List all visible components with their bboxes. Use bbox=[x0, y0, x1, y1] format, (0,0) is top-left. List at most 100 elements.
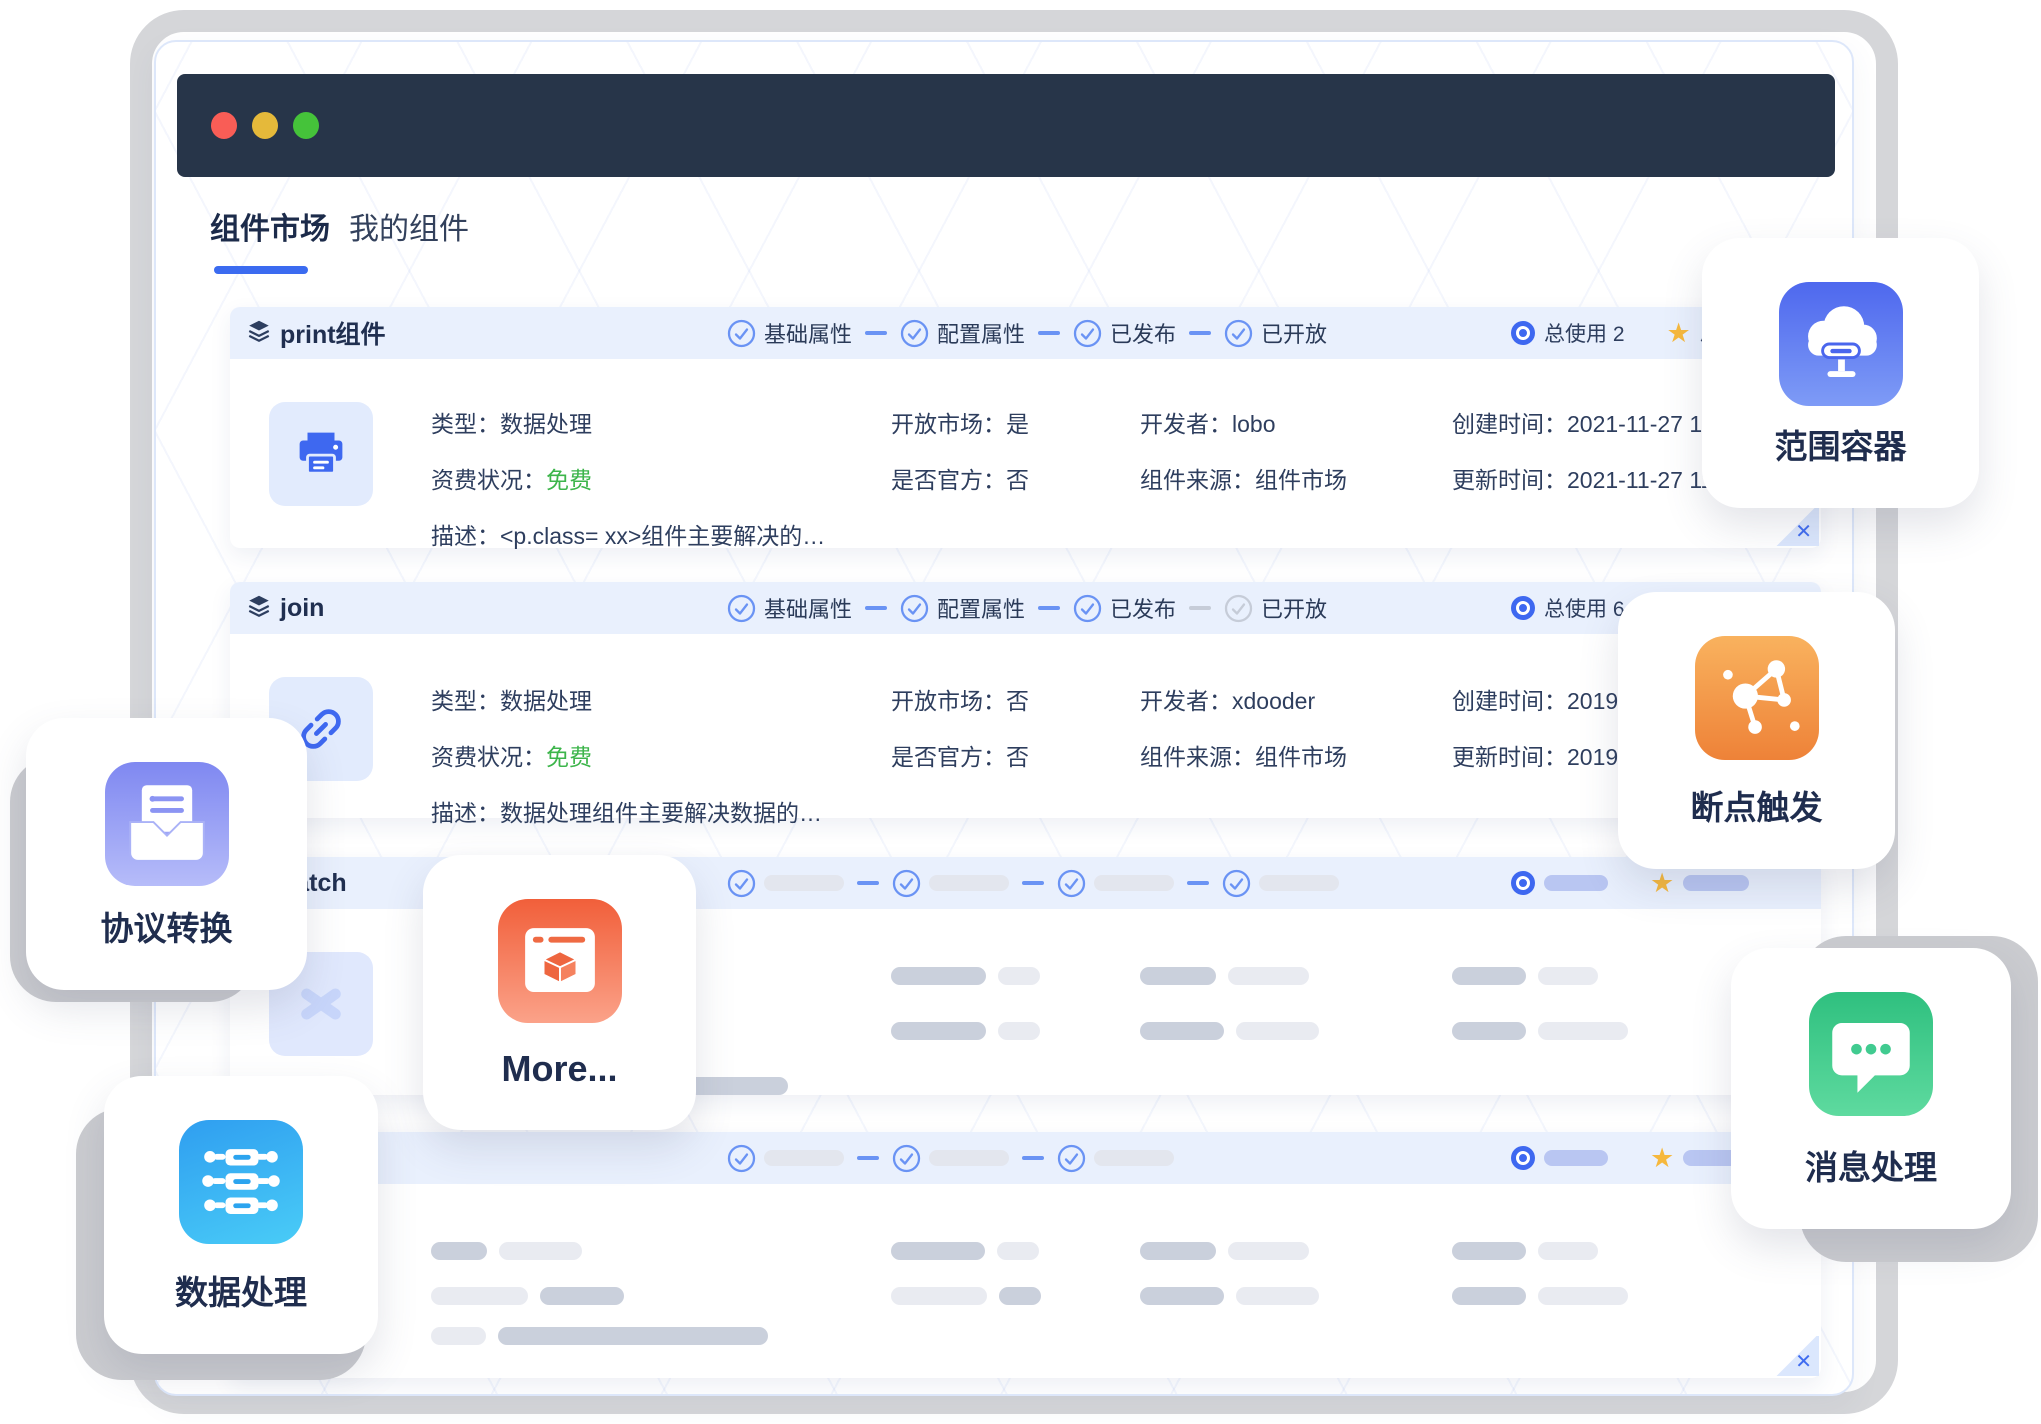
traffic-light-minimize-button[interactable] bbox=[252, 112, 278, 139]
skeleton-pill bbox=[1544, 1150, 1608, 1166]
app-window: 组件市场 我的组件 print组件 基础属性 配置属性 已发布 bbox=[154, 40, 1854, 1396]
tab-component-market[interactable]: 组件市场 bbox=[210, 204, 330, 248]
step-label: 已开放 bbox=[1261, 317, 1327, 349]
skeleton-row bbox=[1140, 1022, 1319, 1040]
step-label: 配置属性 bbox=[937, 592, 1025, 624]
window-titlebar bbox=[177, 74, 1835, 177]
check-circle-icon bbox=[1224, 319, 1253, 348]
component-card-skeleton[interactable]: ★ ✕ bbox=[230, 1132, 1821, 1378]
check-circle-icon bbox=[892, 1144, 921, 1173]
skeleton-pill bbox=[1140, 1287, 1224, 1305]
floating-card-label: 消息处理 bbox=[1731, 1141, 2011, 1189]
component-title: print组件 bbox=[280, 315, 386, 351]
step-label: 基础属性 bbox=[764, 317, 852, 349]
floating-card-label: 协议转换 bbox=[26, 902, 307, 950]
skeleton-pill bbox=[1452, 1242, 1526, 1260]
floating-card-label: More... bbox=[423, 1048, 696, 1090]
step-dash bbox=[1189, 606, 1211, 610]
skeleton-row bbox=[1452, 967, 1598, 985]
active-tab-underline bbox=[214, 266, 308, 274]
check-circle-icon bbox=[727, 869, 756, 898]
floating-card-breakpoint-trigger[interactable]: 断点触发 bbox=[1618, 592, 1895, 869]
field-open-market: 开放市场：否 bbox=[891, 682, 1029, 716]
skeleton-row bbox=[431, 1287, 624, 1305]
floating-card-range-container[interactable]: 范围容器 bbox=[1702, 238, 1979, 508]
floating-card-label: 断点触发 bbox=[1618, 781, 1895, 829]
step-dash bbox=[1022, 1156, 1044, 1160]
skeleton-pill bbox=[1452, 1022, 1526, 1040]
step-dash bbox=[865, 331, 887, 335]
skeleton-pill bbox=[498, 1327, 768, 1345]
status-steps: 基础属性 配置属性 已发布 已开放 bbox=[727, 582, 1327, 634]
field-type: 类型：数据处理 bbox=[431, 405, 592, 439]
skeleton-pill bbox=[998, 1022, 1040, 1040]
chat-message-icon bbox=[1809, 992, 1933, 1116]
skeleton-pill bbox=[431, 1327, 486, 1345]
traffic-light-zoom-button[interactable] bbox=[293, 112, 319, 139]
floating-card-message-processing[interactable]: 消息处理 bbox=[1731, 948, 2011, 1229]
skeleton-pill bbox=[998, 967, 1040, 985]
inbox-convert-icon bbox=[105, 762, 229, 886]
step-label: 基础属性 bbox=[764, 592, 852, 624]
check-circle-icon-incomplete bbox=[1224, 594, 1253, 623]
floating-card-more[interactable]: More... bbox=[423, 855, 696, 1130]
step-dash bbox=[1038, 331, 1060, 335]
check-circle-icon bbox=[1057, 1144, 1086, 1173]
traffic-light-close-button[interactable] bbox=[211, 112, 237, 139]
skeleton-pill bbox=[1259, 875, 1339, 891]
step-label: 已开放 bbox=[1261, 592, 1327, 624]
layers-icon bbox=[246, 593, 272, 624]
skeleton-pill bbox=[1236, 1287, 1319, 1305]
step-label: 已发布 bbox=[1110, 592, 1176, 624]
browser-cube-icon bbox=[498, 899, 622, 1023]
skeleton-pill bbox=[1140, 967, 1216, 985]
usage-eye-icon bbox=[1511, 596, 1535, 620]
floating-card-protocol-convert[interactable]: 协议转换 bbox=[26, 718, 307, 990]
step-dash bbox=[1189, 331, 1211, 335]
component-card-print[interactable]: print组件 基础属性 配置属性 已发布 已开放 总使用 2 bbox=[230, 307, 1821, 548]
component-card-join[interactable]: join 基础属性 配置属性 已发布 已开放 总使用 6 bbox=[230, 582, 1821, 818]
field-official: 是否官方：否 bbox=[891, 738, 1029, 772]
skeleton-row bbox=[1452, 1287, 1628, 1305]
check-circle-icon bbox=[1057, 869, 1086, 898]
skeleton-pill bbox=[1452, 1287, 1526, 1305]
skeleton-pill bbox=[1538, 1022, 1628, 1040]
skeleton-pill bbox=[1228, 967, 1309, 985]
skeleton-pill bbox=[1140, 1022, 1224, 1040]
usage-count: 总使用 2 bbox=[1544, 318, 1625, 348]
skeleton-pill bbox=[929, 875, 1009, 891]
floating-card-label: 数据处理 bbox=[104, 1266, 378, 1314]
check-circle-icon bbox=[1222, 869, 1251, 898]
skeleton-pill bbox=[499, 1242, 582, 1260]
rating-star-icon: ★ bbox=[1650, 1145, 1674, 1172]
step-dash bbox=[1038, 606, 1060, 610]
check-circle-icon bbox=[892, 869, 921, 898]
skeleton-pill bbox=[540, 1287, 624, 1305]
skeleton-row bbox=[891, 1242, 1039, 1260]
card-corner-close-button[interactable]: ✕ bbox=[1775, 506, 1819, 546]
card-corner-close-button[interactable]: ✕ bbox=[1775, 1336, 1819, 1376]
skeleton-pill bbox=[891, 1242, 985, 1260]
skeleton-pill bbox=[891, 967, 986, 985]
skeleton-row bbox=[891, 1022, 1040, 1040]
skeleton-pill bbox=[764, 1150, 844, 1166]
cloud-container-icon bbox=[1779, 282, 1903, 406]
skeleton-pill bbox=[1452, 967, 1526, 985]
step-dash bbox=[865, 606, 887, 610]
step-dash bbox=[857, 881, 879, 885]
skeleton-row bbox=[431, 1242, 582, 1260]
tab-my-components[interactable]: 我的组件 bbox=[349, 204, 469, 248]
printer-icon bbox=[269, 402, 373, 506]
field-source: 组件来源：组件市场 bbox=[1140, 461, 1347, 495]
data-server-icon bbox=[179, 1120, 303, 1244]
component-title: join bbox=[280, 594, 324, 623]
skeleton-pill bbox=[1683, 875, 1749, 891]
field-open-market: 开放市场：是 bbox=[891, 405, 1029, 439]
skeleton-row bbox=[1452, 1242, 1598, 1260]
skeleton-row bbox=[891, 967, 1040, 985]
field-type: 类型：数据处理 bbox=[431, 682, 592, 716]
step-dash bbox=[1022, 881, 1044, 885]
floating-card-data-processing[interactable]: 数据处理 bbox=[104, 1076, 378, 1354]
step-dash bbox=[1187, 881, 1209, 885]
field-developer: 开发者：xdooder bbox=[1140, 682, 1315, 716]
